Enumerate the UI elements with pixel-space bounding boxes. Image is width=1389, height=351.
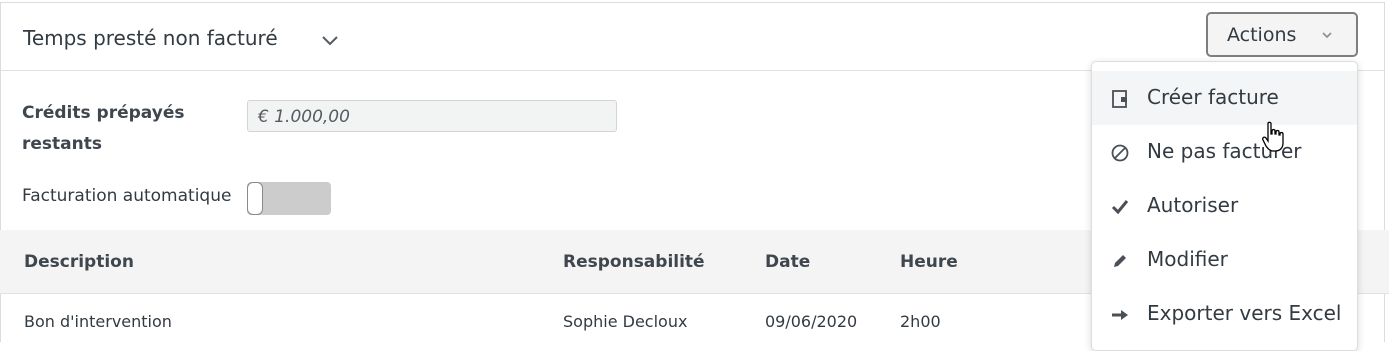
auto-billing-label: Facturation automatique	[22, 186, 232, 206]
invoice-icon	[1112, 90, 1127, 108]
menu-item-export-excel[interactable]: Exporter vers Excel	[1092, 287, 1357, 341]
cell-responsibility: Sophie Decloux	[563, 312, 688, 331]
actions-menu: Créer facture Ne pas facturer Autoriser …	[1091, 61, 1358, 351]
menu-item-label: Créer facture	[1147, 85, 1279, 109]
ban-icon	[1111, 144, 1129, 162]
menu-item-authorize[interactable]: Autoriser	[1092, 179, 1357, 233]
pencil-icon	[1114, 255, 1126, 267]
menu-item-create-invoice[interactable]: Créer facture	[1092, 71, 1357, 125]
cell-description: Bon d'intervention	[24, 312, 172, 331]
auto-billing-toggle[interactable]	[247, 182, 331, 215]
menu-item-label: Modifier	[1147, 247, 1228, 271]
cell-date: 09/06/2020	[765, 312, 858, 331]
column-header-date[interactable]: Date	[765, 252, 810, 272]
menu-item-label: Exporter vers Excel	[1147, 301, 1342, 325]
credits-label: Crédits prépayés restants	[22, 103, 185, 154]
menu-item-edit[interactable]: Modifier	[1092, 233, 1357, 287]
panel-title: Temps presté non facturé	[23, 26, 278, 50]
actions-button-label: Actions	[1227, 24, 1297, 46]
column-header-description[interactable]: Description	[24, 252, 134, 272]
chevron-down-icon[interactable]	[319, 29, 341, 51]
column-header-responsibility[interactable]: Responsabilité	[563, 252, 705, 272]
column-header-hour[interactable]: Heure	[900, 252, 958, 272]
toggle-knob	[247, 182, 263, 215]
credits-field: € 1.000,00	[247, 100, 617, 132]
menu-item-label: Autoriser	[1147, 193, 1239, 217]
checkmark-icon	[1111, 200, 1129, 215]
actions-button[interactable]: Actions	[1206, 12, 1358, 57]
arrow-right-icon	[1112, 310, 1128, 320]
chevron-down-icon	[1322, 32, 1332, 39]
cell-hour: 2h00	[900, 312, 941, 331]
menu-item-do-not-bill[interactable]: Ne pas facturer	[1092, 125, 1357, 179]
hand-cursor-icon	[1262, 121, 1284, 152]
